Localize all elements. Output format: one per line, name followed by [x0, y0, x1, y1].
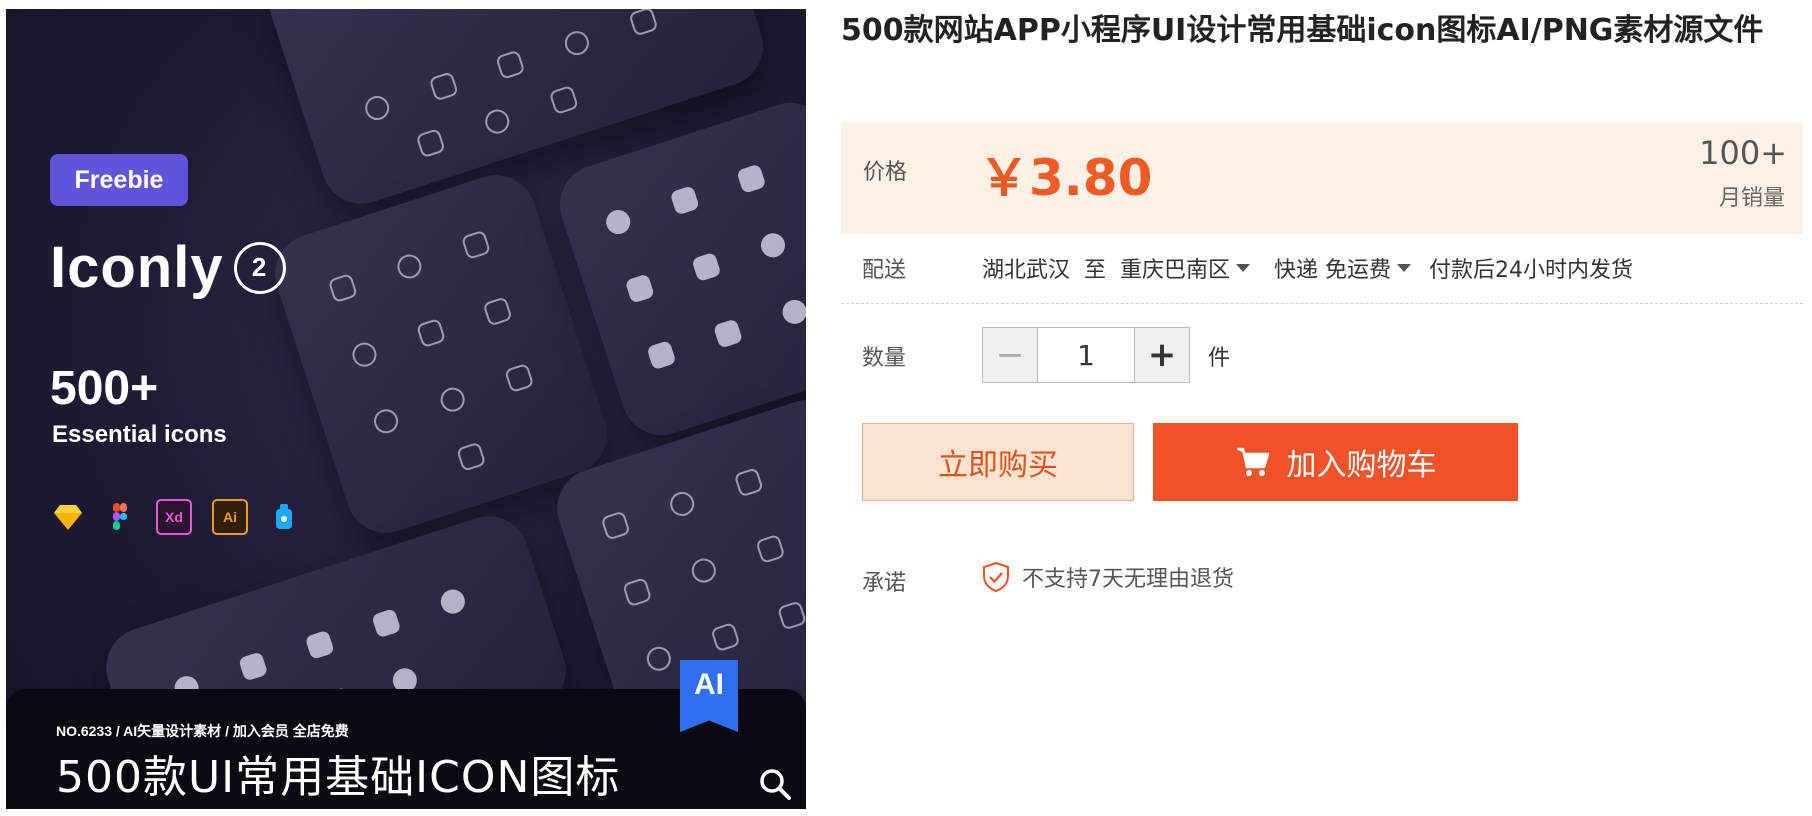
illustrator-icon: Ai — [212, 499, 248, 535]
search-icon[interactable] — [758, 767, 792, 801]
brand-logo: Iconly 2 — [50, 234, 286, 301]
product-title: 500款网站APP小程序UI设计常用基础icon图标AI/PNG素材源文件 — [841, 13, 1764, 48]
price-label: 价格 — [863, 160, 908, 185]
quantity-label: 数量 — [862, 346, 907, 371]
icon-count: 500+ — [50, 362, 159, 415]
craft-icon — [276, 504, 292, 529]
add-to-cart-label: 加入购物车 — [1286, 448, 1437, 483]
cart-icon — [1236, 447, 1269, 476]
shipping-row: 湖北武汉 至 重庆巴南区 快递 免运费 付款后24小时内发货 — [982, 252, 1647, 284]
brand-version: 2 — [233, 241, 286, 294]
icon-subtitle: Essential icons — [52, 421, 227, 448]
chevron-down-icon[interactable] — [1397, 264, 1412, 272]
price-box: 价格 ￥3.80 100+ 月销量 — [841, 122, 1803, 234]
destination-select[interactable]: 重庆巴南区 — [1120, 252, 1230, 284]
add-to-cart-button[interactable]: 加入购物车 — [1153, 423, 1518, 501]
quantity-input[interactable] — [1038, 328, 1134, 382]
freebie-badge: Freebie — [50, 154, 188, 206]
monthly-sales-count: 100+ — [1699, 134, 1787, 172]
shipping-label: 配送 — [862, 258, 907, 283]
xd-icon: Xd — [156, 499, 192, 535]
sketch-icon — [54, 505, 82, 530]
product-image[interactable]: Freebie Iconly 2 500+ Essential icons Xd… — [6, 9, 806, 809]
brand-name: Iconly — [50, 235, 224, 300]
promise-row: 不支持7天无理由退货 — [982, 561, 1234, 593]
tool-icons: Xd Ai — [52, 499, 300, 535]
chevron-down-icon[interactable] — [1236, 264, 1251, 272]
banner-title: 500款UI常用基础ICON图标 — [56, 752, 621, 803]
quantity-stepper: − + — [982, 327, 1190, 383]
price-value: ￥3.80 — [979, 149, 1153, 207]
monthly-sales-label: 月销量 — [1718, 186, 1785, 211]
promise-text: 不支持7天无理由退货 — [1022, 567, 1234, 592]
shipping-method-select[interactable]: 快递 免运费 — [1274, 252, 1391, 284]
figma-icon — [113, 503, 128, 530]
shield-check-icon — [983, 561, 1009, 593]
banner-meta: NO.6233 / AI矢量设计素材 / 加入会员 全店免费 — [56, 723, 349, 739]
promise-label: 承诺 — [862, 571, 907, 596]
shipping-origin: 湖北武汉 — [982, 258, 1071, 283]
shipping-to-word: 至 — [1084, 258, 1107, 283]
buy-now-button[interactable]: 立即购买 — [862, 423, 1134, 501]
quantity-unit: 件 — [1208, 346, 1231, 371]
decrease-quantity-button[interactable]: − — [983, 328, 1038, 382]
divider — [841, 303, 1803, 304]
increase-quantity-button[interactable]: + — [1134, 328, 1189, 382]
buy-now-label: 立即购买 — [938, 448, 1058, 483]
dispatch-time: 付款后24小时内发货 — [1429, 258, 1634, 283]
